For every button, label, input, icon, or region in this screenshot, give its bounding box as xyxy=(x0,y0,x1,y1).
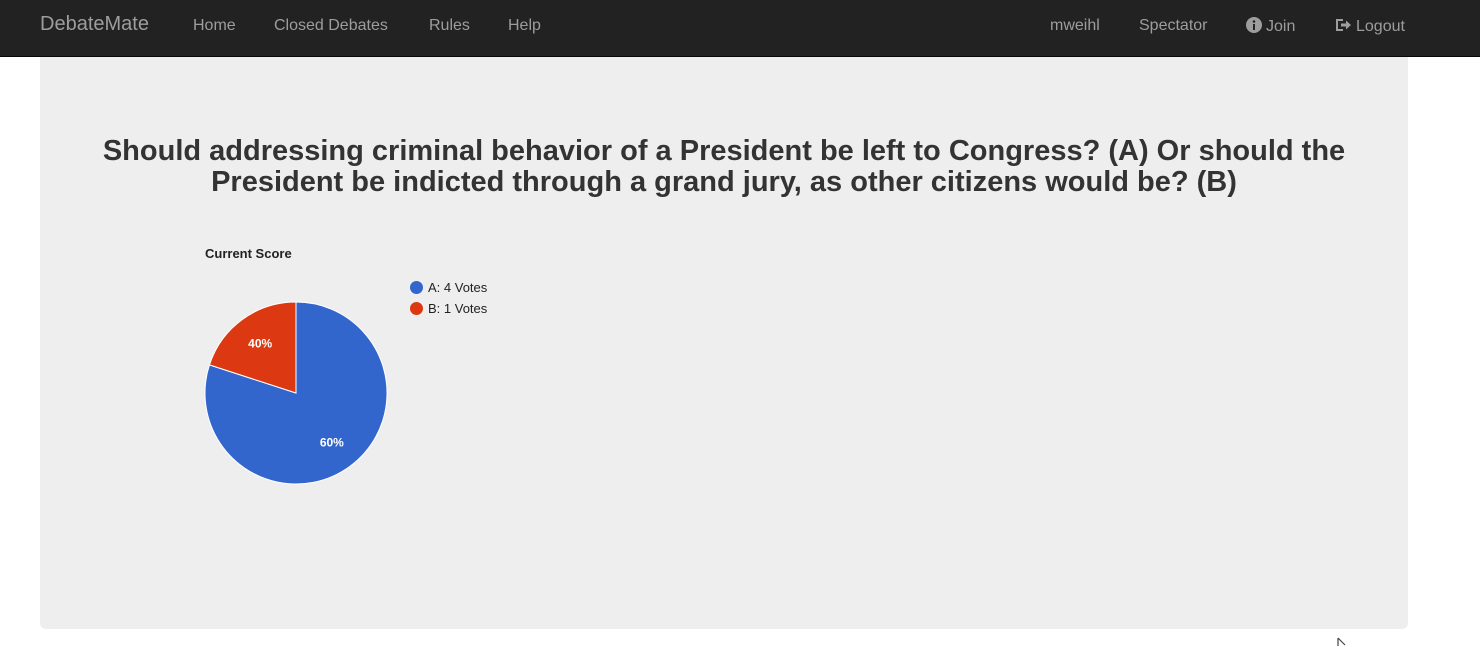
legend-label-b: B: 1 Votes xyxy=(428,301,488,316)
score-pie-chart: 60% 40% xyxy=(204,301,388,485)
nav-logout-link[interactable]: Logout xyxy=(1335,17,1405,38)
pie-slice-label-0: 60% xyxy=(320,435,344,449)
legend-swatch-a xyxy=(410,281,423,294)
nav-username-link[interactable]: mweihl xyxy=(1050,17,1100,35)
pie-slice-label-1: 40% xyxy=(248,337,272,351)
nav-home-link[interactable]: Home xyxy=(193,17,236,35)
nav-rules-link[interactable]: Rules xyxy=(429,17,470,35)
legend-label-a: A: 4 Votes xyxy=(428,280,488,295)
nav-logout-label: Logout xyxy=(1356,18,1405,35)
brand-link[interactable]: DebateMate xyxy=(40,13,149,36)
legend-swatch-b xyxy=(410,302,423,315)
nav-help-link[interactable]: Help xyxy=(508,17,541,35)
legend-item-a: A: 4 Votes xyxy=(410,280,487,301)
debate-question: Should addressing criminal behavior of a… xyxy=(102,135,1346,198)
nav-closed-debates-link[interactable]: Closed Debates xyxy=(274,17,388,35)
nav-join-link[interactable]: Join xyxy=(1246,17,1295,38)
log-out-icon xyxy=(1335,17,1352,38)
debate-panel: Should addressing criminal behavior of a… xyxy=(40,57,1408,629)
nav-role-link[interactable]: Spectator xyxy=(1139,17,1207,35)
top-navbar: DebateMate Home Closed Debates Rules Hel… xyxy=(0,0,1480,57)
nav-join-label: Join xyxy=(1266,18,1296,35)
info-sign-icon xyxy=(1246,17,1262,38)
chart-legend: A: 4 Votes B: 1 Votes xyxy=(410,280,487,322)
legend-item-b: B: 1 Votes xyxy=(410,301,487,322)
chart-title: Current Score xyxy=(205,246,292,261)
